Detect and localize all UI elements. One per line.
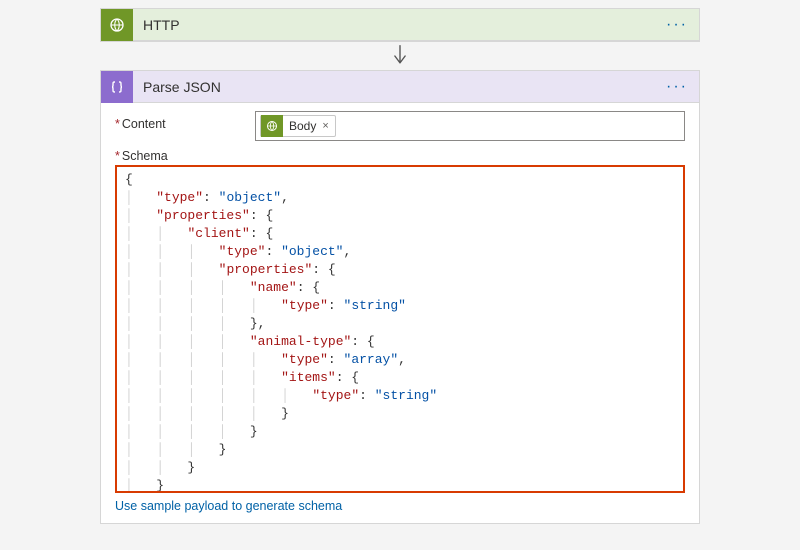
required-indicator: * [115,117,120,131]
http-card: HTTP ··· [100,8,700,42]
arrow-down-icon [391,44,409,68]
content-input[interactable]: Body × [255,111,685,141]
http-icon [261,115,283,137]
parse-json-card-body: *Content Body × [101,103,699,523]
schema-label: *Schema [115,149,685,163]
parse-json-card-menu-button[interactable]: ··· [663,78,691,96]
parse-json-card-title: Parse JSON [143,79,663,95]
body-token-label: Body [289,119,316,133]
required-indicator: * [115,149,120,163]
http-card-header[interactable]: HTTP ··· [101,9,699,41]
schema-editor-highlight: { │ "type": "object", │ "properties": { … [115,165,685,493]
http-card-title: HTTP [143,17,663,33]
http-icon [101,9,133,41]
parse-json-icon [101,71,133,103]
parse-json-card-header[interactable]: Parse JSON ··· [101,71,699,103]
use-sample-payload-link[interactable]: Use sample payload to generate schema [115,499,342,513]
parse-json-card: Parse JSON ··· *Content [100,70,700,524]
connector-arrow [100,42,700,70]
content-label: *Content [115,111,255,131]
body-token[interactable]: Body × [260,115,336,137]
designer-canvas: HTTP ··· Parse JSON ··· *Content [0,8,800,524]
http-card-menu-button[interactable]: ··· [663,16,691,34]
content-row: *Content Body × [115,111,685,141]
token-remove-button[interactable]: × [322,120,328,132]
schema-editor[interactable]: { │ "type": "object", │ "properties": { … [117,167,683,491]
